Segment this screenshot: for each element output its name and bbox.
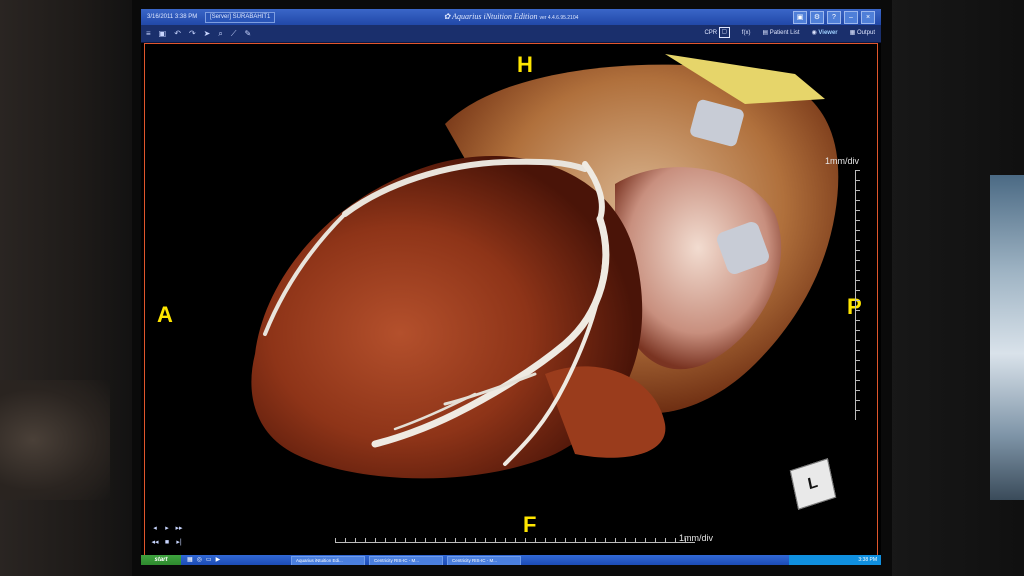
toolbar-right: CPR ▢ f(x) ▤ Patient List ◉ Viewer ▦ Out… bbox=[704, 25, 875, 42]
cpr-button[interactable]: CPR ▢ bbox=[704, 25, 730, 42]
next-icon[interactable]: ▸▸ bbox=[173, 522, 185, 536]
desktop-icon[interactable]: ▦ bbox=[187, 555, 193, 565]
output-button[interactable]: ▦ Output bbox=[850, 25, 875, 42]
vertical-scale-bar bbox=[855, 170, 862, 420]
title-bar: 3/16/2011 3:38 PM [Server] SURABAHIT1 ✿ … bbox=[141, 9, 881, 25]
task-item[interactable]: Centricity RIS-IC - M... bbox=[369, 556, 443, 565]
toolbar: ≡ ▣ ↶ ↷ ➤ ⌕ ⟋ ✎ CPR ▢ f(x) ▤ Patient Lis… bbox=[141, 25, 881, 43]
first-icon[interactable]: ◂ bbox=[149, 522, 161, 536]
menu-icon[interactable]: ≡ bbox=[146, 25, 151, 42]
stop-icon[interactable]: ■ bbox=[161, 536, 173, 550]
task-item[interactable]: Centricity RIS-IC - M... bbox=[447, 556, 521, 565]
pen-icon[interactable]: ✎ bbox=[244, 25, 251, 42]
function-button[interactable]: f(x) bbox=[742, 25, 751, 42]
orientation-top: H bbox=[517, 52, 533, 77]
cpr-icon: ▢ bbox=[718, 26, 730, 38]
last-icon[interactable]: ▸| bbox=[173, 536, 185, 550]
pointer-icon[interactable]: ➤ bbox=[204, 25, 211, 42]
server-field[interactable]: [Server] SURABAHIT1 bbox=[205, 12, 276, 23]
screen: 3/16/2011 3:38 PM [Server] SURABAHIT1 ✿ … bbox=[141, 9, 881, 565]
task-item[interactable]: Aquarius iNtuition Edi... bbox=[291, 556, 365, 565]
horizontal-scale-bar bbox=[335, 537, 695, 543]
app-version: ver 4.4.6.95.2104 bbox=[539, 15, 579, 21]
close-icon[interactable]: × bbox=[861, 11, 875, 24]
vertical-scale-label: 1mm/div bbox=[825, 156, 860, 166]
settings-icon[interactable]: ⚙ bbox=[810, 11, 824, 24]
tool-icons: ≡ ▣ ↶ ↷ ➤ ⌕ ⟋ ✎ bbox=[146, 25, 251, 42]
magnify-icon[interactable]: ⌕ bbox=[218, 25, 222, 42]
undo-icon[interactable]: ↶ bbox=[174, 25, 181, 42]
horizontal-scale-label: 1mm/div bbox=[679, 533, 714, 543]
system-tray: 3:38 PM bbox=[789, 555, 881, 565]
side-monitor bbox=[990, 175, 1024, 500]
media-icon[interactable]: ▶ bbox=[216, 555, 221, 565]
list-icon: ▤ bbox=[762, 30, 770, 36]
quick-launch: ▦ ◎ ▭ ▶ bbox=[187, 555, 220, 565]
play-icon[interactable]: ▸ bbox=[161, 522, 173, 536]
clock: 3:38 PM bbox=[858, 557, 877, 563]
datetime: 3/16/2011 3:38 PM bbox=[147, 14, 198, 20]
save-icon[interactable]: ▣ bbox=[159, 25, 167, 42]
prev-icon[interactable]: ◂◂ bbox=[149, 536, 161, 550]
task-items: Aquarius iNtuition Edi... Centricity RIS… bbox=[291, 556, 521, 565]
heart-rendering bbox=[251, 54, 839, 479]
orientation-bottom: F bbox=[523, 512, 537, 537]
redo-icon[interactable]: ↷ bbox=[189, 25, 196, 42]
navigation-pad: ◂ ▸ ▸▸ ◂◂ ■ ▸| bbox=[149, 522, 185, 550]
volume-viewport[interactable]: H F A P 1mm/div 1mm/div L ◂ ▸ ▸▸ ◂◂ ■ ▸| bbox=[144, 43, 878, 557]
taskbar: start ▦ ◎ ▭ ▶ Aquarius iNtuition Edi... … bbox=[141, 555, 881, 565]
output-icon: ▦ bbox=[849, 30, 857, 36]
app-title: ✿ Aquarius iNtuition Edition ver 4.4.6.9… bbox=[443, 12, 579, 21]
start-button[interactable]: start bbox=[141, 555, 181, 565]
room-light bbox=[0, 380, 110, 500]
patient-list-button[interactable]: ▤ Patient List bbox=[762, 25, 799, 42]
logo-icon: ✿ bbox=[443, 12, 453, 21]
restore-icon[interactable]: ▣ bbox=[793, 11, 807, 24]
viewer-button[interactable]: ◉ Viewer bbox=[811, 25, 837, 42]
window-controls: ▣ ⚙ ? – × bbox=[793, 11, 875, 24]
help-icon[interactable]: ? bbox=[827, 11, 841, 24]
measure-icon[interactable]: ⟋ bbox=[231, 25, 237, 42]
minimize-icon[interactable]: – bbox=[844, 11, 858, 24]
browser-icon[interactable]: ◎ bbox=[197, 555, 202, 565]
folder-icon[interactable]: ▭ bbox=[206, 555, 212, 565]
orientation-left: A bbox=[157, 302, 173, 327]
